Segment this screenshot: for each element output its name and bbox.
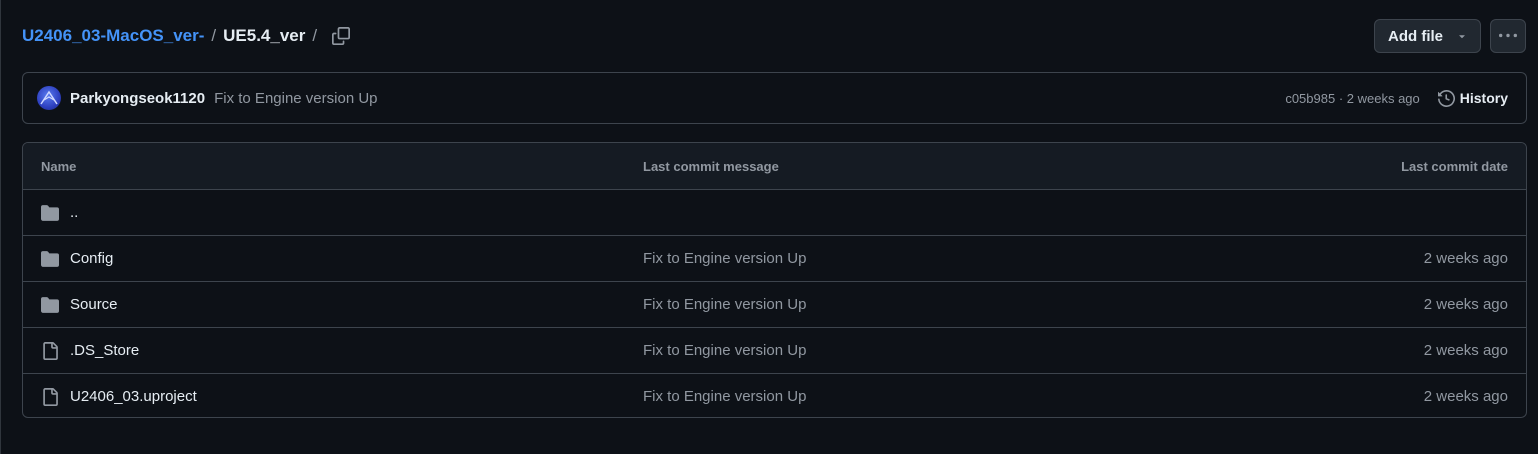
copy-icon [332, 27, 351, 45]
file-name-link[interactable]: .DS_Store [70, 342, 139, 359]
table-header: Name Last commit message Last commit dat… [23, 143, 1526, 190]
commit-hash-age[interactable]: c05b985 · 2 weeks ago [1285, 91, 1419, 106]
more-options-button[interactable] [1490, 19, 1526, 53]
latest-commit-bar: Parkyongseok1120 Fix to Engine version U… [22, 72, 1527, 124]
table-row[interactable]: U2406_03.uproject Fix to Engine version … [23, 374, 1526, 417]
file-name-link[interactable]: U2406_03.uproject [70, 388, 197, 405]
breadcrumb-repo-link[interactable]: U2406_03-MacOS_ver- [22, 26, 204, 46]
row-name-cell: U2406_03.uproject [23, 387, 623, 406]
file-icon [41, 341, 59, 360]
folder-icon [41, 204, 59, 222]
row-name-cell: .DS_Store [23, 341, 623, 360]
folder-icon [41, 296, 59, 314]
parent-directory-link[interactable]: .. [70, 204, 78, 221]
breadcrumb: U2406_03-MacOS_ver- / UE5.4_ver / [22, 25, 352, 47]
row-message-cell: Fix to Engine version Up [623, 296, 1123, 313]
row-name-cell: Config [23, 250, 623, 268]
table-row[interactable]: Source Fix to Engine version Up 2 weeks … [23, 282, 1526, 328]
breadcrumb-trailing-separator: / [312, 26, 318, 45]
history-button[interactable]: History [1437, 89, 1508, 107]
copy-path-button[interactable] [330, 25, 352, 47]
row-date-cell: 2 weeks ago [1423, 296, 1508, 313]
row-date-cell: 2 weeks ago [1423, 342, 1508, 359]
commit-author[interactable]: Parkyongseok1120 [70, 90, 205, 107]
file-name-link[interactable]: Source [70, 296, 118, 313]
row-name-cell: .. [23, 204, 623, 222]
triangle-down-icon [1459, 35, 1465, 39]
commit-message-link[interactable]: Fix to Engine version Up [643, 388, 806, 405]
avatar-pattern-icon [40, 90, 58, 105]
commit-meta: c05b985 · 2 weeks ago History [1285, 89, 1508, 107]
commit-message-link[interactable]: Fix to Engine version Up [643, 250, 806, 267]
path-header: U2406_03-MacOS_ver- / UE5.4_ver / Add fi… [22, 18, 1526, 54]
row-name-cell: Source [23, 296, 623, 314]
repo-directory-page: U2406_03-MacOS_ver- / UE5.4_ver / Add fi… [0, 0, 1538, 454]
avatar[interactable] [37, 86, 61, 110]
add-file-label: Add file [1388, 27, 1443, 45]
folder-icon [41, 250, 59, 268]
row-message-cell: Fix to Engine version Up [623, 388, 1123, 405]
commit-message-link[interactable]: Fix to Engine version Up [643, 296, 806, 313]
column-header-date: Last commit date [1401, 158, 1508, 174]
file-name-link[interactable]: Config [70, 250, 113, 267]
file-table: Name Last commit message Last commit dat… [22, 142, 1527, 418]
kebab-horizontal-icon [1499, 33, 1517, 38]
table-row[interactable]: Config Fix to Engine version Up 2 weeks … [23, 236, 1526, 282]
table-row[interactable]: .DS_Store Fix to Engine version Up 2 wee… [23, 328, 1526, 374]
commit-message-link[interactable]: Fix to Engine version Up [643, 342, 806, 359]
header-actions: Add file [1374, 19, 1526, 53]
row-date-cell: 2 weeks ago [1423, 388, 1508, 405]
add-file-button[interactable]: Add file [1374, 19, 1481, 53]
table-row[interactable]: .. [23, 190, 1526, 236]
file-icon [41, 387, 59, 406]
column-header-message: Last commit message [643, 158, 779, 174]
column-header-name: Name [41, 158, 77, 174]
commit-message[interactable]: Fix to Engine version Up [214, 90, 377, 107]
breadcrumb-separator: / [211, 26, 217, 45]
row-date-cell: 2 weeks ago [1423, 250, 1508, 267]
row-message-cell: Fix to Engine version Up [623, 342, 1123, 359]
row-message-cell: Fix to Engine version Up [623, 250, 1123, 267]
history-clock-icon [1437, 89, 1455, 107]
breadcrumb-current-folder: UE5.4_ver [223, 26, 306, 45]
history-label: History [1459, 90, 1508, 106]
